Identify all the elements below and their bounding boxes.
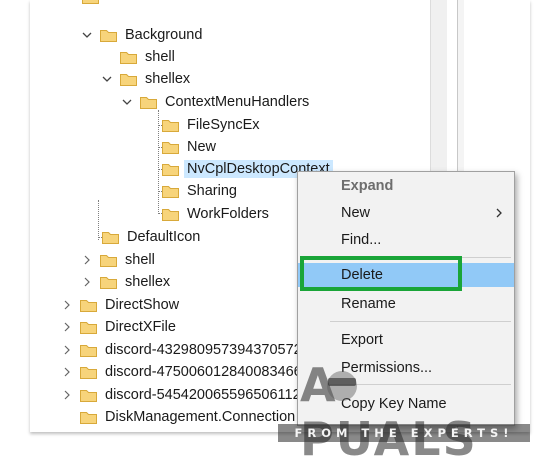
menu-item-label: Copy Key Name xyxy=(341,396,447,412)
folder-icon xyxy=(162,140,179,154)
tree-item-contextmenuhandlers[interactable]: ContextMenuHandlers xyxy=(120,91,312,113)
tree-item-shellex-2[interactable]: shellex xyxy=(80,271,173,293)
tree-item-filesyncex[interactable]: FileSyncEx xyxy=(162,114,263,136)
folder-icon xyxy=(80,410,97,424)
context-menu: Expand New Find... Delete Rename Export … xyxy=(297,171,515,426)
tree-item-label: DefaultIcon xyxy=(127,229,201,245)
menu-item-rename[interactable]: Rename xyxy=(298,292,514,316)
menu-item-find[interactable]: Find... xyxy=(298,228,514,252)
tree-item-label: WorkFolders xyxy=(187,206,269,222)
tree-item-label: Sharing xyxy=(187,183,237,199)
tree-item-label: discord-475006012840083466 xyxy=(105,364,302,380)
tree-item-discord-1[interactable]: discord-432980957394370572 xyxy=(60,339,305,361)
tree-item-label: DirectShow xyxy=(105,297,180,313)
tree-guide xyxy=(98,200,99,240)
menu-item-label: Find... xyxy=(341,232,382,248)
tree-item-partial[interactable] xyxy=(82,0,104,8)
menu-separator xyxy=(330,257,511,258)
folder-icon xyxy=(102,230,119,244)
menu-item-new[interactable]: New xyxy=(298,201,514,225)
folder-icon xyxy=(80,343,97,357)
tree-item-label: ContextMenuHandlers xyxy=(165,94,310,110)
chevron-right-icon[interactable] xyxy=(60,294,74,316)
menu-item-permissions[interactable]: Permissions... xyxy=(298,356,514,380)
tree-item-discord-3[interactable]: discord-545420065596506112 xyxy=(60,384,304,406)
submenu-arrow-icon xyxy=(496,206,502,221)
tree-item-label: Background xyxy=(125,27,203,43)
tree-item-directxfile[interactable]: DirectXFile xyxy=(60,316,179,338)
tree-item-shell[interactable]: shell xyxy=(100,46,178,68)
tree-item-diskmanagement[interactable]: DiskManagement.Connection xyxy=(60,406,298,428)
menu-item-label: New xyxy=(341,205,371,221)
chevron-down-icon[interactable] xyxy=(80,24,94,46)
menu-item-label: Rename xyxy=(341,296,396,312)
menu-item-label: Expand xyxy=(341,178,394,194)
tree-item-discord-2[interactable]: discord-475006012840083466 xyxy=(60,361,305,383)
tree-item-label: shellex xyxy=(145,71,191,87)
menu-separator xyxy=(330,384,511,385)
folder-open-icon xyxy=(100,28,117,42)
tree-item-label: FileSyncEx xyxy=(187,117,260,133)
tree-item-background[interactable]: Background xyxy=(80,24,205,46)
chevron-right-icon[interactable] xyxy=(60,361,74,383)
menu-separator xyxy=(330,321,511,322)
tree-item-defaulticon[interactable]: DefaultIcon xyxy=(102,226,203,248)
folder-icon xyxy=(100,253,117,267)
tree-item-workfolders[interactable]: WorkFolders xyxy=(162,203,272,225)
folder-icon xyxy=(80,320,97,334)
chevron-right-icon[interactable] xyxy=(60,316,74,338)
tree-item-shellex[interactable]: shellex xyxy=(100,68,193,90)
tree-item-label: discord-432980957394370572 xyxy=(105,342,302,358)
folder-icon xyxy=(162,162,179,176)
tree-item-label: DirectXFile xyxy=(105,319,176,335)
folder-icon xyxy=(82,0,99,4)
tree-item-label: shellex xyxy=(125,274,171,290)
folder-open-icon xyxy=(140,95,157,109)
chevron-right-icon[interactable] xyxy=(80,249,94,271)
folder-icon xyxy=(100,275,117,289)
folder-icon xyxy=(80,298,97,312)
chevron-down-icon[interactable] xyxy=(120,91,134,113)
menu-item-expand[interactable]: Expand xyxy=(298,174,514,198)
chevron-down-icon[interactable] xyxy=(100,68,114,90)
tree-item-label: shell xyxy=(145,49,175,65)
folder-open-icon xyxy=(120,72,137,86)
menu-item-delete[interactable]: Delete xyxy=(298,263,514,287)
menu-item-label: Permissions... xyxy=(341,360,433,376)
tree-item-shell-2[interactable]: shell xyxy=(80,249,158,271)
chevron-right-icon[interactable] xyxy=(60,384,74,406)
menu-item-label: Export xyxy=(341,332,383,348)
menu-item-label: Delete xyxy=(341,267,383,283)
tree-item-directshow[interactable]: DirectShow xyxy=(60,294,182,316)
tree-item-new[interactable]: New xyxy=(162,136,219,158)
tree-item-sharing[interactable]: Sharing xyxy=(162,180,240,202)
folder-icon xyxy=(162,184,179,198)
folder-icon xyxy=(162,118,179,132)
folder-icon xyxy=(80,388,97,402)
menu-item-export[interactable]: Export xyxy=(298,328,514,352)
chevron-right-icon[interactable] xyxy=(60,339,74,361)
folder-icon xyxy=(80,365,97,379)
chevron-right-icon[interactable] xyxy=(80,271,94,293)
tree-item-label: DiskManagement.Connection xyxy=(105,409,296,425)
menu-item-copy-key-name[interactable]: Copy Key Name xyxy=(298,392,514,416)
chevron-right-icon[interactable] xyxy=(100,46,114,68)
tree-item-label: shell xyxy=(125,252,155,268)
folder-icon xyxy=(162,207,179,221)
folder-icon xyxy=(120,50,137,64)
tree-item-label: New xyxy=(187,139,217,155)
tree-item-label: discord-545420065596506112 xyxy=(105,387,301,403)
